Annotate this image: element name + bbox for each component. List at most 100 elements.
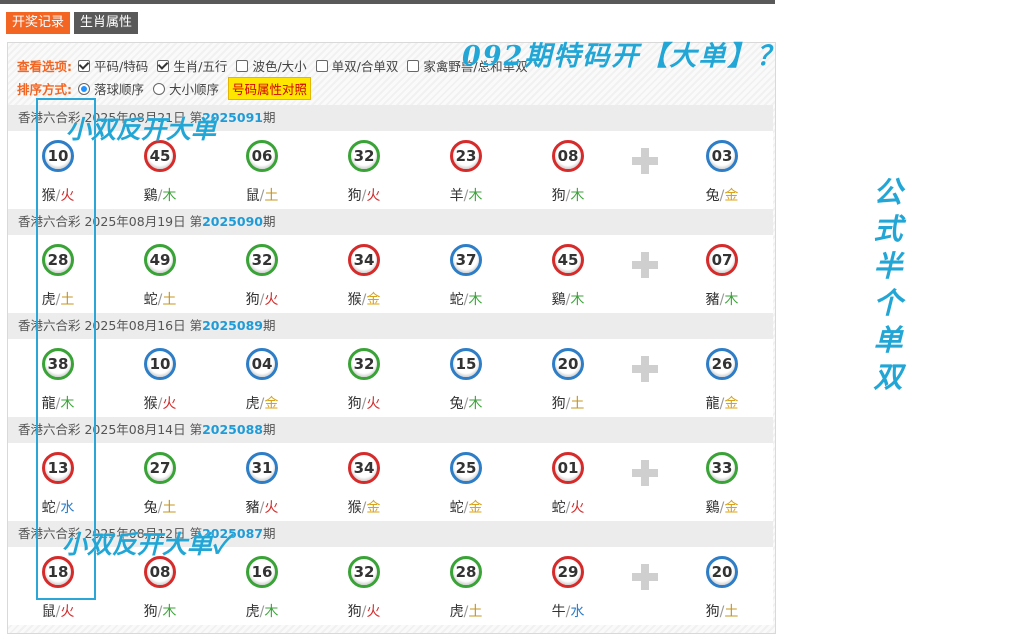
ball-number: 26	[711, 355, 733, 373]
issue-suffix: 期	[262, 110, 276, 125]
element-label: 土	[264, 188, 279, 204]
lottery-ball: 34	[348, 452, 380, 484]
ball-cell: 08 狗/木	[528, 131, 608, 209]
lottery-ball: 07	[706, 244, 738, 276]
zodiac-label: 狗	[143, 604, 158, 620]
ball-cell: 23 羊/木	[426, 131, 506, 209]
element-label: 木	[162, 188, 177, 204]
tab-draw-records[interactable]: 开奖记录	[6, 12, 71, 34]
ball-cell: 16 虎/木	[222, 547, 302, 625]
lottery-ball: 01	[552, 452, 584, 484]
special-ball-cell: 03 兔/金	[682, 131, 762, 209]
ball-number: 27	[149, 459, 171, 477]
zodiac-label: 狗	[347, 396, 362, 412]
ball-number: 32	[353, 563, 375, 581]
ball-number: 16	[251, 563, 273, 581]
element-label: 木	[468, 188, 483, 204]
zodiac-element: 蛇/木	[449, 292, 483, 308]
checkbox-icon[interactable]	[78, 59, 90, 72]
checkbox-icon[interactable]	[157, 59, 170, 72]
sort-options-label: 排序方式:	[17, 82, 72, 97]
issue-number[interactable]: 2025089	[202, 318, 263, 333]
zodiac-label: 猴	[347, 500, 362, 516]
option-color-size[interactable]: 波色/大小	[236, 56, 307, 75]
side-annotation-char: 单	[873, 323, 903, 357]
element-label: 火	[264, 292, 279, 308]
checkbox-icon[interactable]	[315, 59, 328, 72]
option-zodiac-element[interactable]: 生肖/五行	[157, 56, 227, 75]
lottery-ball: 29	[552, 556, 584, 588]
element-label: 木	[264, 604, 279, 620]
zodiac-element: 兔/木	[449, 396, 483, 412]
lottery-ball: 06	[246, 140, 278, 172]
ball-number: 20	[711, 563, 733, 581]
tab-zodiac-attributes[interactable]: 生肖属性	[74, 12, 139, 34]
ball-cell: 27 兔/土	[120, 443, 200, 521]
zodiac-element: 鷄/金	[705, 500, 739, 516]
zodiac-label: 牛	[551, 604, 566, 620]
draw-row: 香港六合彩 2025年08月19日 第2025090期 28 虎/土 49 蛇/土 32 狗…	[8, 209, 773, 313]
zodiac-element: 兔/金	[705, 188, 739, 204]
issue-suffix: 期	[262, 214, 276, 229]
radio-icon[interactable]	[153, 82, 166, 95]
radio-icon[interactable]	[78, 82, 90, 95]
zodiac-element: 猴/火	[143, 396, 177, 412]
annotation-top: 092期特码开【大单】？	[462, 41, 786, 72]
plus-icon	[632, 460, 658, 486]
ball-number: 31	[251, 459, 273, 477]
zodiac-label: 羊	[449, 188, 464, 204]
issue-suffix: 期	[262, 318, 276, 333]
special-ball-cell: 26 龍/金	[682, 339, 762, 417]
sort-size-order[interactable]: 大小顺序	[153, 79, 219, 98]
zodiac-element: 虎/木	[245, 604, 279, 620]
ball-number: 45	[149, 147, 171, 165]
side-annotation-char: 公	[873, 175, 903, 209]
ball-number: 49	[149, 251, 171, 269]
plus-icon	[632, 356, 658, 382]
zodiac-label: 鼠	[41, 604, 56, 620]
ball-number: 06	[251, 147, 273, 165]
zodiac-label: 鼠	[245, 188, 260, 204]
ball-cell: 20 狗/土	[528, 339, 608, 417]
draw-balls: 38 龍/木 10 猴/火 04 虎/金 32 狗/火 15 兔/木 20 狗/土 26 龍/金	[8, 339, 773, 417]
option-odd-even[interactable]: 单双/合单双	[315, 56, 398, 75]
special-ball-cell: 20 狗/土	[682, 547, 762, 625]
element-label: 火	[366, 396, 381, 412]
ball-number: 10	[149, 355, 171, 373]
zodiac-element: 狗/火	[347, 604, 381, 620]
checkbox-icon[interactable]	[407, 59, 420, 72]
draw-header: 香港六合彩 2025年08月16日 第2025089期	[8, 313, 773, 339]
option-regular-special[interactable]: 平码/特码	[78, 56, 148, 75]
lottery-ball: 10	[144, 348, 176, 380]
element-label: 土	[468, 604, 483, 620]
element-label: 金	[366, 292, 381, 308]
lottery-ball: 25	[450, 452, 482, 484]
ball-number: 32	[353, 355, 375, 373]
ball-number: 45	[557, 251, 579, 269]
zodiac-label: 蛇	[449, 500, 464, 516]
lottery-ball: 23	[450, 140, 482, 172]
lottery-ball: 26	[706, 348, 738, 380]
ball-number: 01	[557, 459, 579, 477]
element-label: 火	[366, 604, 381, 620]
zodiac-element: 狗/火	[347, 188, 381, 204]
zodiac-label: 兔	[143, 500, 158, 516]
ball-cell: 28 虎/土	[426, 547, 506, 625]
number-attribute-compare-button[interactable]: 号码属性对照	[228, 77, 312, 100]
zodiac-label: 狗	[551, 188, 566, 204]
issue-number[interactable]: 2025090	[202, 214, 263, 229]
sort-draw-order[interactable]: 落球顺序	[78, 79, 144, 98]
zodiac-element: 狗/火	[245, 292, 279, 308]
zodiac-element: 龍/金	[705, 396, 739, 412]
zodiac-element: 虎/金	[245, 396, 279, 412]
lottery-ball: 32	[348, 140, 380, 172]
element-label: 土	[570, 396, 585, 412]
zodiac-label: 狗	[347, 188, 362, 204]
checkbox-icon[interactable]	[236, 59, 249, 72]
zodiac-element: 牛/水	[551, 604, 585, 620]
issue-number[interactable]: 2025088	[202, 422, 263, 437]
view-options-label: 查看选项:	[17, 59, 72, 74]
side-annotation-char: 个	[873, 286, 903, 320]
ball-number: 34	[353, 251, 375, 269]
lottery-ball: 32	[246, 244, 278, 276]
